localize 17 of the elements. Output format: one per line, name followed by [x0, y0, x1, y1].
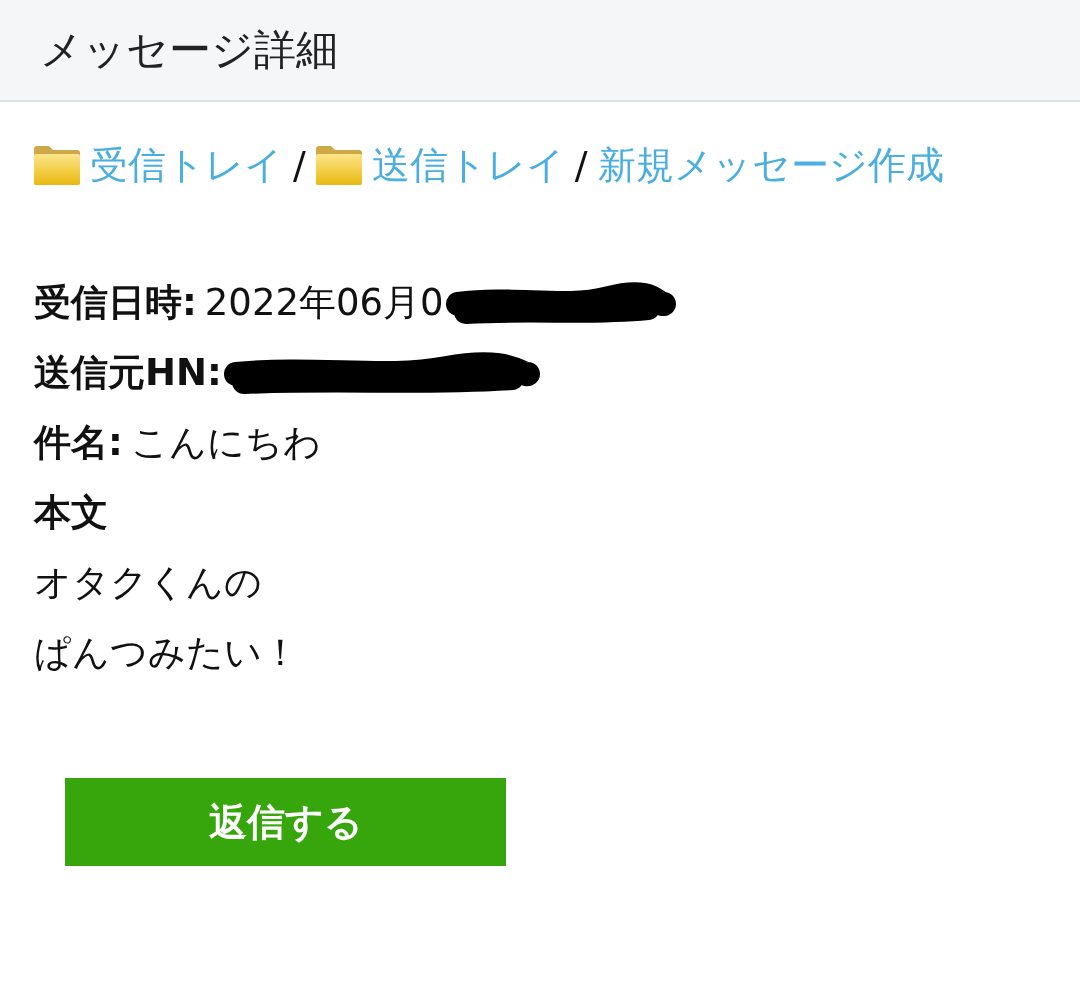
body-label: 本文 — [34, 490, 108, 536]
field-label: 送信元HN: — [34, 350, 222, 396]
folder-link[interactable]: 受信トレイ — [34, 139, 283, 191]
message-text: オタクくんの — [34, 560, 262, 606]
folder-link[interactable]: 送信トレイ — [315, 139, 565, 191]
page-title: メッセージ詳細 — [40, 24, 338, 76]
breadcrumb-separator: / — [574, 143, 588, 187]
folder-icon — [315, 145, 362, 185]
field-label: 件名: — [34, 420, 123, 466]
breadcrumb-separator: / — [293, 143, 306, 187]
message-text: ぱんつみたい！ — [34, 630, 299, 676]
field-value: 2022年06月0 — [204, 280, 444, 326]
field-label: 受信日時: — [34, 280, 197, 326]
field-value: こんにちわ — [130, 420, 321, 466]
breadcrumb-link[interactable]: 新規メッセージ作成 — [597, 139, 944, 191]
reply-button[interactable]: 返信する — [65, 778, 506, 866]
folder-icon — [34, 145, 80, 185]
